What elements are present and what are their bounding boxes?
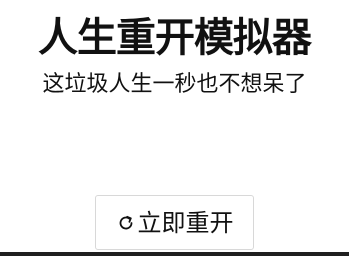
app-page: 人生重开模拟器 这垃圾人生一秒也不想呆了 立即重开	[0, 0, 349, 256]
page-subtitle: 这垃圾人生一秒也不想呆了	[42, 72, 307, 97]
restart-button-label: 立即重开	[137, 208, 234, 237]
restart-button[interactable]: 立即重开	[95, 195, 254, 250]
bottom-divider	[0, 252, 349, 256]
page-title: 人生重开模拟器	[38, 15, 312, 61]
restart-icon	[116, 213, 136, 233]
